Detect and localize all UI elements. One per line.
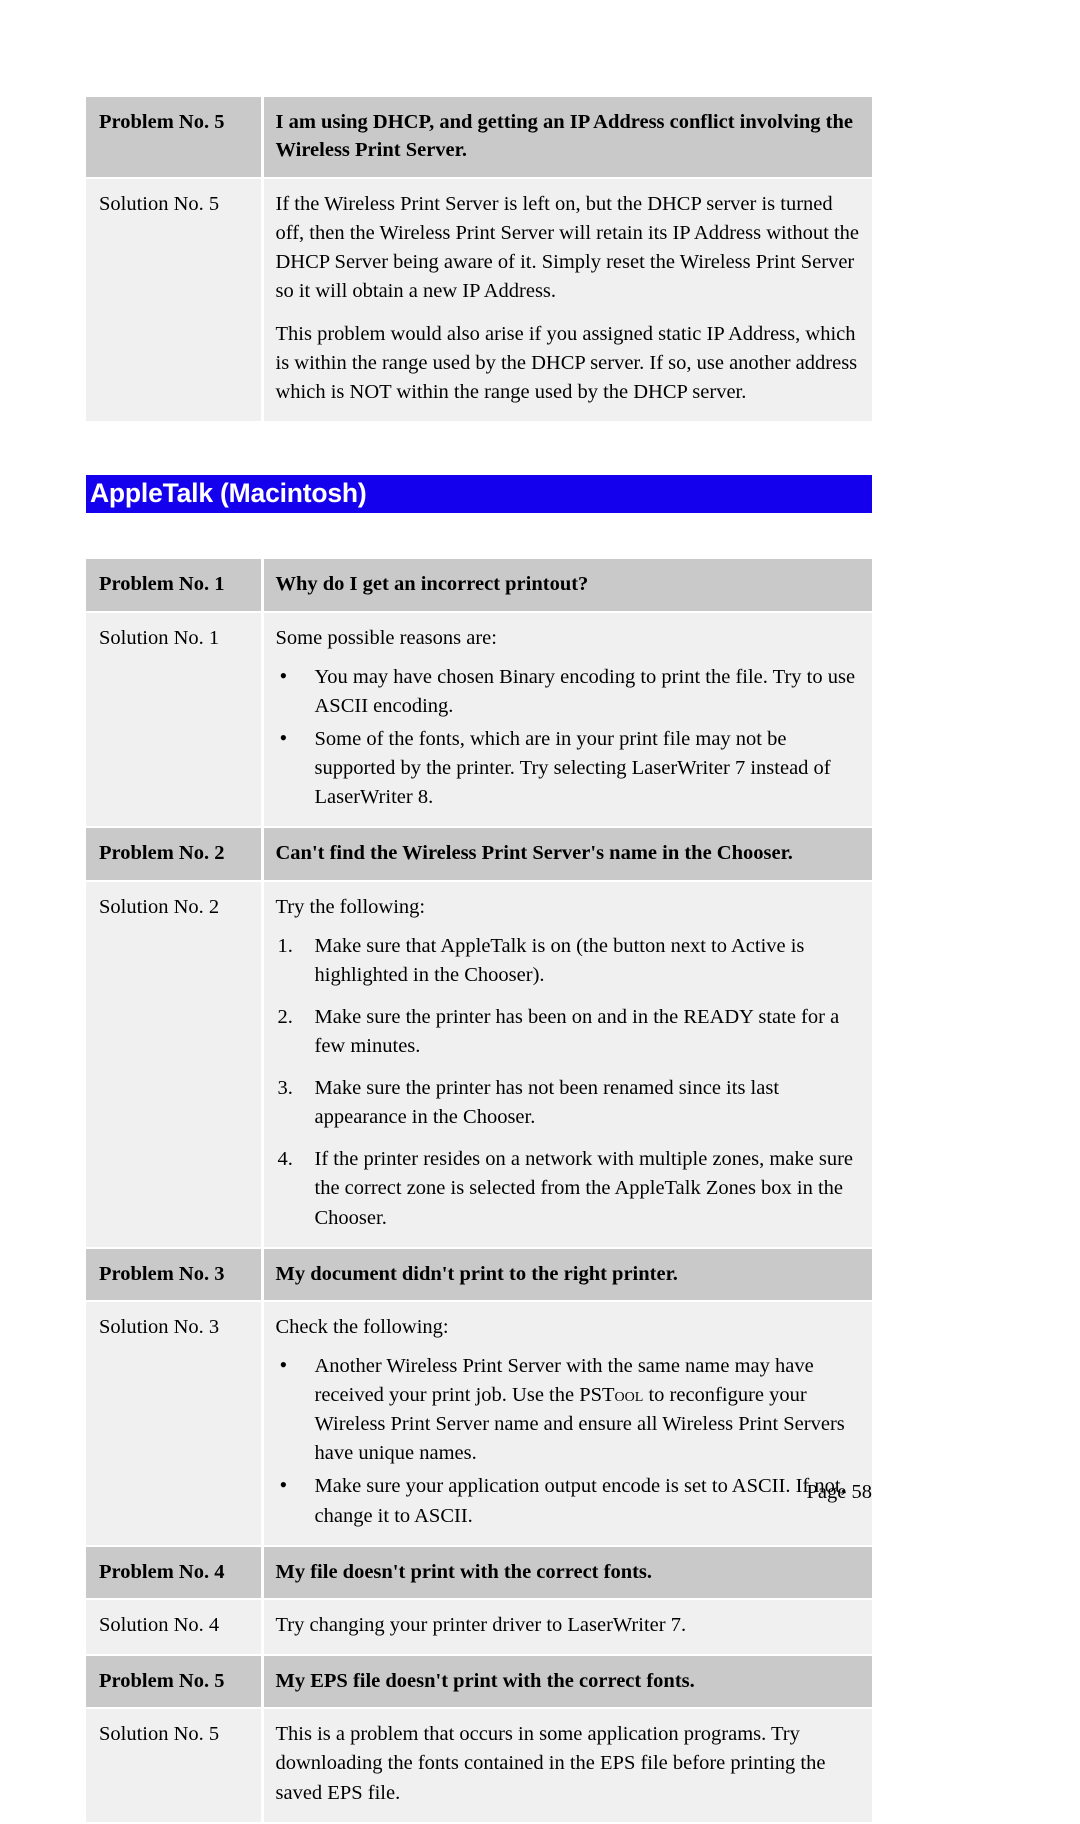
table-row: Solution No. 3 Check the following: Anot… (86, 1299, 872, 1547)
solution-text: Some possible reasons are: You may have … (262, 610, 872, 829)
problem-label: Problem No. 2 (86, 826, 264, 882)
solution-text: Try the following: Make sure that AppleT… (262, 879, 872, 1249)
table-row: Problem No. 5 My EPS file doesn't print … (86, 1654, 872, 1710)
solution-text: If the Wireless Print Server is left on,… (262, 176, 872, 424)
table-row: Problem No. 5 I am using DHCP, and getti… (86, 95, 872, 179)
list-item: If the printer resides on a network with… (277, 1145, 854, 1229)
table-row: Solution No. 5 This is a problem that oc… (86, 1707, 872, 1824)
solution-numbered-list: Make sure that AppleTalk is on (the butt… (276, 932, 861, 1233)
page-footer: Page 58 (86, 1481, 872, 1504)
table-row: Problem No. 1 Why do I get an incorrect … (86, 557, 872, 613)
problem-text: Can't find the Wireless Print Server's n… (262, 826, 872, 882)
solution-paragraph: If the Wireless Print Server is left on,… (275, 192, 860, 302)
solution-label: Solution No. 1 (86, 610, 264, 829)
solution-intro: Check the following: (275, 1315, 449, 1338)
problem-label: Problem No. 1 (86, 557, 264, 613)
problem-text: My file doesn't print with the correct f… (262, 1544, 872, 1600)
solution-intro: Try the following: (275, 895, 426, 918)
page-number: Page 58 (806, 1481, 872, 1503)
solution-text: Check the following: Another Wireless Pr… (262, 1299, 872, 1547)
pstool-term: PSTool (579, 1384, 644, 1407)
solution-bullet-list: You may have chosen Binary encoding to p… (276, 662, 861, 813)
problem-label: Problem No. 5 (86, 95, 264, 179)
list-item: Another Wireless Print Server with the s… (276, 1351, 861, 1468)
table-row: Solution No. 1 Some possible reasons are… (86, 610, 872, 829)
table-row: Solution No. 2 Try the following: Make s… (86, 879, 872, 1249)
table-row: Problem No. 3 My document didn't print t… (86, 1246, 872, 1302)
dhcp-troubleshooting-table: Problem No. 5 I am using DHCP, and getti… (86, 95, 872, 424)
solution-label: Solution No. 3 (86, 1299, 264, 1547)
solution-label: Solution No. 4 (86, 1597, 264, 1657)
table-row: Solution No. 4 Try changing your printer… (86, 1597, 872, 1657)
list-item: Make sure the printer has not been renam… (277, 1074, 780, 1129)
solution-text: Try changing your printer driver to Lase… (262, 1597, 872, 1657)
solution-intro: Some possible reasons are: (275, 626, 497, 649)
table-row: Solution No. 5 If the Wireless Print Ser… (86, 176, 872, 424)
solution-label: Solution No. 2 (86, 879, 264, 1249)
page-content: Problem No. 5 I am using DHCP, and getti… (86, 95, 872, 1824)
appletalk-troubleshooting-table: Problem No. 1 Why do I get an incorrect … (86, 557, 872, 1824)
problem-text: My EPS file doesn't print with the corre… (262, 1654, 872, 1710)
table-row: Problem No. 2 Can't find the Wireless Pr… (86, 826, 872, 882)
table-row: Problem No. 4 My file doesn't print with… (86, 1544, 872, 1600)
solution-label: Solution No. 5 (86, 176, 264, 424)
document-page: Problem No. 5 I am using DHCP, and getti… (0, 0, 1080, 1824)
list-item: Make sure the printer has been on and in… (277, 1003, 840, 1057)
solution-text: This is a problem that occurs in some ap… (262, 1707, 872, 1824)
list-item: Make sure that AppleTalk is on (the butt… (277, 932, 805, 986)
solution-label: Solution No. 5 (86, 1707, 264, 1824)
problem-text: I am using DHCP, and getting an IP Addre… (262, 95, 872, 179)
problem-label: Problem No. 3 (86, 1246, 264, 1302)
problem-text: Why do I get an incorrect printout? (262, 557, 872, 613)
solution-paragraph: This problem would also arise if you ass… (275, 323, 858, 404)
list-item: You may have chosen Binary encoding to p… (276, 662, 861, 721)
section-banner-appletalk: AppleTalk (Macintosh) (86, 475, 872, 514)
problem-label: Problem No. 5 (86, 1654, 264, 1710)
problem-text: My document didn't print to the right pr… (262, 1246, 872, 1302)
section-title: AppleTalk (Macintosh) (90, 478, 367, 509)
list-item: Some of the fonts, which are in your pri… (276, 724, 861, 812)
problem-label: Problem No. 4 (86, 1544, 264, 1600)
